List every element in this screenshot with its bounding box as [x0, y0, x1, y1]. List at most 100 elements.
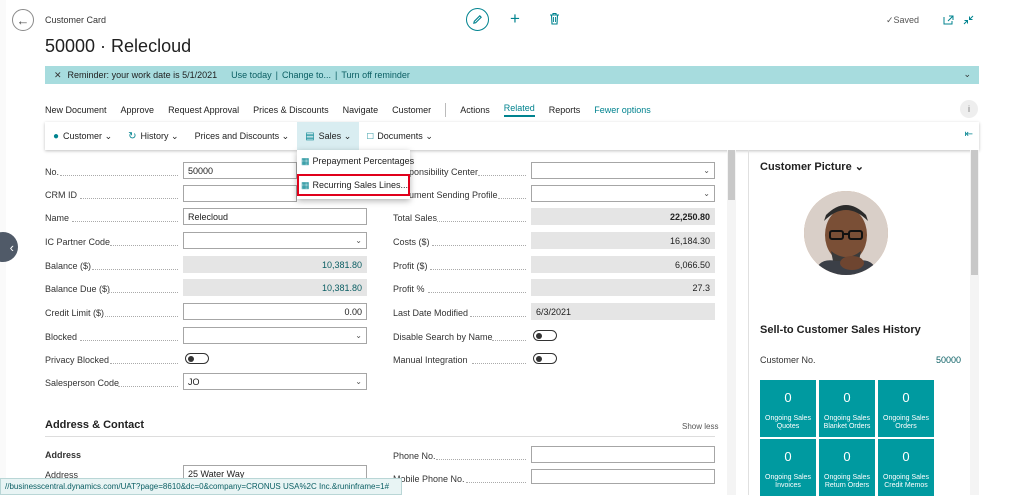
- subbar-documents-label: Documents: [377, 131, 423, 141]
- manual-integration-toggle[interactable]: [533, 353, 557, 364]
- open-new-window-icon[interactable]: [943, 12, 954, 30]
- close-icon[interactable]: ✕: [54, 70, 62, 81]
- scrollbar-thumb[interactable]: [971, 150, 978, 275]
- scrollbar-thumb[interactable]: [728, 150, 735, 200]
- total-sales-value[interactable]: 22,250.80: [531, 208, 715, 225]
- main-scrollbar[interactable]: [727, 150, 736, 495]
- name-field[interactable]: Relecloud: [183, 208, 367, 225]
- customer-picture: [804, 191, 888, 275]
- action-new-document[interactable]: New Document: [45, 105, 107, 115]
- back-button[interactable]: ←: [12, 9, 34, 31]
- chevron-down-icon: ⌄: [854, 161, 864, 173]
- edit-button[interactable]: [466, 8, 489, 31]
- chevron-up-icon: ⌄: [343, 130, 352, 141]
- subbar-documents[interactable]: □ Documents ⌄: [359, 122, 441, 150]
- customer-no-value[interactable]: 50000: [936, 355, 961, 365]
- tile-label: Ongoing Sales Orders: [883, 415, 929, 430]
- phone-no-field[interactable]: [531, 446, 715, 463]
- info-icon[interactable]: i: [960, 100, 978, 118]
- tile-ongoing-sales-credit-memos[interactable]: 0 Ongoing Sales Credit Memos: [878, 439, 934, 496]
- total-sales-label: Total Sales: [393, 213, 438, 223]
- tile-ongoing-sales-orders[interactable]: 0 Ongoing Sales Orders: [878, 380, 934, 437]
- tile-label: Ongoing Sales Invoices: [765, 474, 811, 489]
- salesperson-code-select[interactable]: JO ⌄: [183, 373, 367, 390]
- privacy-blocked-toggle[interactable]: [185, 353, 209, 364]
- tile-ongoing-sales-invoices[interactable]: 0 Ongoing Sales Invoices: [760, 439, 816, 496]
- no-field[interactable]: 50000: [183, 162, 297, 179]
- pencil-icon: [473, 15, 482, 24]
- action-request-approval[interactable]: Request Approval: [168, 105, 239, 115]
- dots: [110, 363, 178, 364]
- chevron-down-icon: ⌄: [703, 166, 710, 175]
- disable-search-toggle[interactable]: [533, 330, 557, 341]
- responsibility-center-select[interactable]: ⌄: [531, 162, 715, 179]
- document-sending-profile-select[interactable]: ⌄: [531, 185, 715, 202]
- no-label: No.: [45, 167, 60, 177]
- action-customer[interactable]: Customer: [392, 105, 431, 115]
- blocked-label: Blocked: [45, 332, 78, 342]
- tile-ongoing-sales-blanket-orders[interactable]: 0 Ongoing Sales Blanket Orders: [819, 380, 875, 437]
- action-related[interactable]: Related: [503, 103, 535, 117]
- dots: [430, 269, 526, 270]
- history-icon: ↻: [128, 130, 137, 142]
- action-navigate[interactable]: Navigate: [343, 105, 379, 115]
- tile-count: 0: [902, 390, 910, 405]
- chevron-down-icon: ⌄: [104, 130, 113, 141]
- credit-limit-field[interactable]: 0.00: [183, 303, 367, 320]
- disable-search-label: Disable Search by Name: [393, 332, 493, 342]
- menu-prepayment-percentages[interactable]: ▦ Prepayment Percentages: [297, 150, 414, 172]
- chevron-left-icon: ‹: [9, 239, 14, 255]
- action-prices-discounts[interactable]: Prices & Discounts: [253, 105, 329, 115]
- change-to-link[interactable]: Change to...: [282, 70, 331, 80]
- action-approve[interactable]: Approve: [121, 105, 155, 115]
- mobile-phone-field[interactable]: [531, 469, 715, 484]
- costs-label: Costs ($): [393, 237, 430, 247]
- mobile-phone-label: Mobile Phone No.: [393, 474, 465, 484]
- blocked-select[interactable]: ⌄: [183, 327, 367, 344]
- chevron-down-icon: ⌄: [703, 189, 710, 198]
- balance-due-value[interactable]: 10,381.80: [183, 279, 367, 296]
- factbox-scrollbar[interactable]: [970, 150, 979, 495]
- tile-ongoing-sales-quotes[interactable]: 0 Ongoing Sales Quotes: [760, 380, 816, 437]
- arrow-left-icon: ←: [16, 12, 30, 28]
- action-bar: New Document Approve Request Approval Pr…: [45, 103, 665, 117]
- show-less-link[interactable]: Show less: [682, 422, 718, 431]
- credit-limit-label: Credit Limit ($): [45, 308, 105, 318]
- collapse-pane-button[interactable]: ‹: [0, 232, 18, 262]
- dots: [80, 198, 178, 199]
- chevron-down-icon: ⌄: [425, 130, 433, 141]
- collapse-icon[interactable]: [963, 12, 974, 30]
- ic-partner-code-label: IC Partner Code: [45, 237, 111, 247]
- reminder-separator: |: [275, 70, 278, 80]
- address-contact-heading[interactable]: Address & Contact: [45, 419, 144, 431]
- use-today-link[interactable]: Use today: [231, 70, 272, 80]
- subbar-customer[interactable]: ● Customer ⌄: [45, 122, 120, 150]
- tile-count: 0: [902, 449, 910, 464]
- action-fewer-options[interactable]: Fewer options: [594, 105, 651, 115]
- last-date-modified-value: 6/3/2021: [531, 303, 715, 320]
- subbar-sales[interactable]: ▤ Sales ⌄: [297, 122, 360, 150]
- customer-no-label: Customer No.: [760, 355, 816, 365]
- tile-ongoing-sales-return-orders[interactable]: 0 Ongoing Sales Return Orders: [819, 439, 875, 496]
- tile-count: 0: [784, 390, 792, 405]
- profit-value: 6,066.50: [531, 256, 715, 273]
- add-icon[interactable]: +: [510, 9, 520, 29]
- action-actions[interactable]: Actions: [460, 105, 490, 115]
- ic-partner-code-select[interactable]: ⌄: [183, 232, 367, 249]
- customer-picture-heading[interactable]: Customer Picture ⌄: [760, 160, 864, 173]
- tile-label: Ongoing Sales Quotes: [765, 415, 811, 430]
- action-reports[interactable]: Reports: [549, 105, 581, 115]
- crm-id-field[interactable]: [183, 185, 297, 202]
- pin-icon[interactable]: ⇤: [965, 129, 973, 140]
- turn-off-reminder-link[interactable]: Turn off reminder: [341, 70, 410, 80]
- subbar-prices[interactable]: Prices and Discounts ⌄: [187, 122, 298, 150]
- subbar-history[interactable]: ↻ History ⌄: [120, 122, 186, 150]
- balance-value[interactable]: 10,381.80: [183, 256, 367, 273]
- dots: [108, 292, 178, 293]
- chevron-down-icon[interactable]: ⌄: [963, 69, 971, 80]
- chevron-down-icon: ⌄: [355, 377, 362, 386]
- delete-icon[interactable]: [549, 12, 560, 30]
- dots: [472, 363, 526, 364]
- related-subbar: ● Customer ⌄ ↻ History ⌄ Prices and Discou…: [45, 122, 979, 150]
- chevron-down-icon: ⌄: [355, 331, 362, 340]
